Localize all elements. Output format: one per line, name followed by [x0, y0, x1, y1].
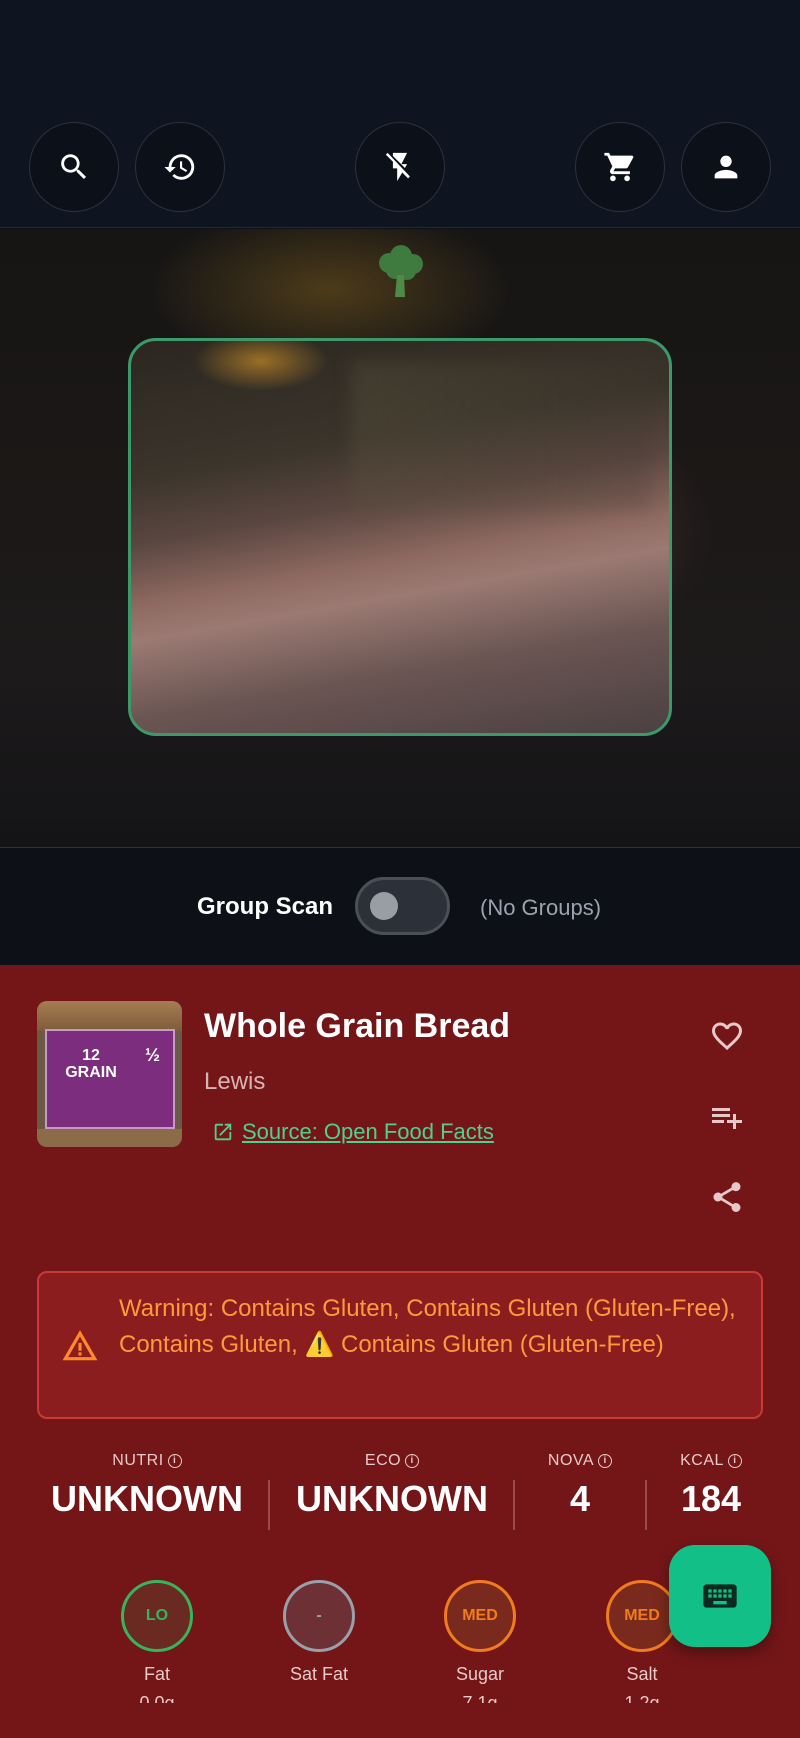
kcal-value: 184	[680, 1478, 742, 1519]
divider	[645, 1480, 647, 1530]
manual-entry-button[interactable]	[669, 1545, 771, 1647]
nutri-score[interactable]: NUTRI i UNKNOWN	[47, 1452, 247, 1520]
info-icon: i	[727, 1454, 742, 1468]
sugar-label: Sugar	[455, 1664, 505, 1684]
nova-score-label: NOVA	[547, 1452, 595, 1469]
info-icon: i	[167, 1454, 182, 1468]
top-toolbar	[0, 0, 800, 228]
sat-fat-level-badge: -	[283, 1580, 355, 1652]
salt-amount: 1.2g	[624, 1693, 660, 1703]
fat-amount: 0.0g	[139, 1693, 175, 1703]
nutri-score-value: UNKNOWN	[51, 1478, 243, 1519]
fat-label: Fat	[143, 1664, 170, 1684]
divider	[513, 1480, 515, 1530]
salt-level-badge: MED	[606, 1580, 678, 1652]
keyboard-icon	[703, 1584, 737, 1608]
product-image[interactable]: 12 GRAIN ½	[37, 1001, 182, 1147]
kcal-score[interactable]: KCAL i 184	[661, 1452, 761, 1520]
person-icon	[714, 155, 738, 179]
heart-outline-icon	[711, 1022, 743, 1051]
search-button[interactable]	[29, 122, 119, 212]
cart-icon	[604, 152, 634, 182]
camera-preview[interactable]	[0, 229, 800, 848]
divider	[268, 1480, 270, 1530]
image-text-side: ½	[145, 1045, 161, 1065]
warning-icon	[62, 1330, 98, 1361]
eco-score-label: ECO	[364, 1452, 402, 1469]
info-icon: i	[598, 1454, 613, 1468]
group-scan-row: Group Scan (No Groups)	[0, 849, 800, 965]
history-icon	[164, 154, 195, 180]
group-scan-toggle[interactable]	[355, 877, 450, 935]
history-button[interactable]	[135, 122, 225, 212]
camera-image	[351, 361, 651, 511]
source-link[interactable]: Source: Open Food Facts	[212, 1119, 494, 1145]
favorite-button[interactable]	[706, 1015, 748, 1057]
product-title: Whole Grain Bread	[204, 1007, 511, 1045]
info-icon: i	[405, 1454, 420, 1468]
group-scan-label: Group Scan	[197, 893, 334, 920]
eco-score-value: UNKNOWN	[296, 1478, 488, 1519]
image-text-line1: 12	[82, 1047, 100, 1064]
score-row: NUTRI i UNKNOWN ECO i UNKNOWN NOVA i 4 KCAL…	[0, 1452, 800, 1532]
sugar-amount: 7.1g	[462, 1693, 498, 1703]
kcal-label: KCAL	[680, 1452, 724, 1469]
product-brand: Lewis	[204, 1068, 266, 1095]
salt-label: Salt	[626, 1664, 658, 1684]
sugar-level-badge: MED	[444, 1580, 516, 1652]
playlist-add-icon	[712, 1108, 742, 1129]
search-icon	[61, 154, 87, 180]
nova-score-value: 4	[569, 1478, 591, 1519]
external-link-icon	[214, 1123, 232, 1141]
add-to-list-button[interactable]	[706, 1096, 748, 1138]
broccoli-icon	[379, 245, 423, 297]
group-status: (No Groups)	[480, 895, 602, 920]
image-text-line2: GRAIN	[65, 1064, 117, 1081]
flash-toggle-button[interactable]	[355, 122, 445, 212]
fat-level-badge: LO	[121, 1580, 193, 1652]
source-link-label[interactable]: Source: Open Food Facts	[242, 1119, 494, 1145]
profile-button[interactable]	[681, 122, 771, 212]
sat-fat-amount: -	[316, 1693, 322, 1703]
cart-button[interactable]	[575, 122, 665, 212]
nutrient-fat[interactable]: LO Fat 0.0g	[97, 1580, 217, 1703]
warning-text: Warning: Contains Gluten, Contains Glute…	[119, 1295, 736, 1358]
toggle-knob	[370, 892, 398, 920]
nutrient-sat-fat[interactable]: - Sat Fat -	[259, 1580, 379, 1703]
flash-off-icon	[385, 152, 410, 182]
app-root: Group Scan (No Groups) 12 GRAIN ½ Whole G…	[0, 0, 800, 1738]
nutrient-sugar[interactable]: MED Sugar 7.1g	[420, 1580, 540, 1703]
nova-score[interactable]: NOVA i 4	[530, 1452, 630, 1520]
share-icon	[713, 1182, 741, 1212]
sat-fat-label: Sat Fat	[289, 1664, 349, 1684]
share-button[interactable]	[706, 1176, 748, 1218]
scan-frame	[128, 338, 672, 736]
nutri-score-label: NUTRI	[112, 1452, 164, 1469]
eco-score[interactable]: ECO i UNKNOWN	[292, 1452, 492, 1520]
allergen-warning: Warning: Contains Gluten, Contains Glute…	[37, 1271, 763, 1419]
